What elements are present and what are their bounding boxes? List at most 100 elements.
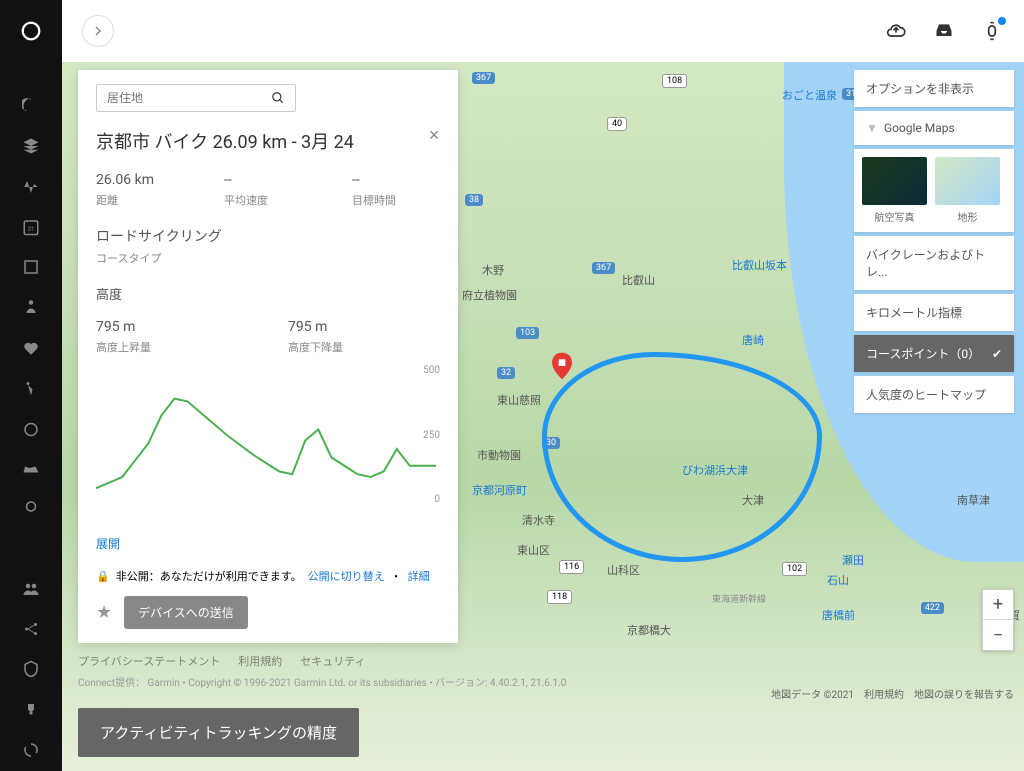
- check-icon: ✔: [992, 347, 1002, 361]
- nav-forward-button[interactable]: [82, 15, 114, 47]
- satellite-layer-button[interactable]: 航空写真: [862, 157, 927, 224]
- map-label: 唐崎: [742, 332, 764, 348]
- favorite-star-button[interactable]: ★: [96, 602, 112, 623]
- elevation-stats: 795 m 高度上昇量 795 m 高度下降量: [96, 319, 440, 355]
- inbox-icon[interactable]: [932, 19, 956, 43]
- target-time-stat: -- 目標時間: [352, 172, 440, 208]
- course-type-label: コースタイプ: [96, 250, 440, 266]
- stopwatch-icon[interactable]: [11, 409, 51, 447]
- ascent-stat: 795 m 高度上昇量: [96, 319, 248, 355]
- map-label: 比叡山坂本: [732, 257, 787, 273]
- map-options-panel: オプションを非表示 ▼Google Maps 航空写真 地形 バイクレーンおよび…: [854, 70, 1014, 417]
- zoom-in-button[interactable]: +: [983, 590, 1013, 620]
- privacy-link[interactable]: プライバシーステートメント: [78, 653, 220, 669]
- close-button[interactable]: ✕: [428, 128, 440, 144]
- map-label: 石山: [827, 572, 849, 588]
- chart-expand-link[interactable]: 展開: [96, 535, 440, 552]
- course-type-value: ロードサイクリング: [96, 226, 440, 246]
- report-error-link[interactable]: 地図の誤りを報告する: [914, 686, 1014, 701]
- svg-text:31: 31: [28, 226, 35, 233]
- course-title: 京都市 バイク 26.09 km - 3月 24: [96, 128, 354, 154]
- road-badge: 367: [472, 72, 495, 84]
- sync-icon[interactable]: [11, 731, 51, 769]
- security-link[interactable]: セキュリティ: [300, 653, 365, 669]
- map-label: 瀬田: [842, 552, 864, 568]
- road-badge: 118: [547, 590, 572, 604]
- switch-public-link[interactable]: 公開に切り替え: [308, 568, 385, 584]
- map-label: 東海道新幹線: [712, 592, 766, 605]
- activity-icon[interactable]: [11, 167, 51, 205]
- connections-icon[interactable]: [11, 610, 51, 648]
- group-icon[interactable]: [11, 570, 51, 608]
- map-label: 京都橋大: [627, 622, 671, 638]
- heatmap-toggle[interactable]: 人気度のヒートマップ: [854, 376, 1014, 413]
- primary-stats: 26.06 km 距離 -- 平均速度 -- 目標時間: [96, 172, 440, 208]
- location-search[interactable]: [96, 84, 296, 112]
- topbar: [62, 0, 1024, 62]
- map-label: 東山区: [517, 542, 550, 558]
- descent-stat: 795 m 高度下降量: [288, 319, 440, 355]
- road-badge: 367: [592, 262, 615, 274]
- calendar-icon[interactable]: 31: [11, 208, 51, 246]
- app-logo[interactable]: [20, 20, 42, 47]
- cloud-upload-icon[interactable]: [884, 19, 908, 43]
- distance-stat: 26.06 km 距離: [96, 172, 184, 208]
- trophy-icon[interactable]: [11, 691, 51, 729]
- person-icon[interactable]: [11, 288, 51, 326]
- start-marker-icon: [552, 352, 572, 380]
- elevation-chart-svg: [96, 365, 436, 505]
- map-label: 比叡山: [622, 272, 655, 288]
- send-to-device-button[interactable]: デバイスへの送信: [124, 596, 248, 629]
- terms-link[interactable]: 利用規約: [864, 686, 904, 701]
- golf-icon[interactable]: [11, 369, 51, 407]
- map-label: 唐橋前: [822, 607, 855, 623]
- elevation-heading: 高度: [96, 284, 440, 303]
- zoom-out-button[interactable]: −: [983, 620, 1013, 650]
- map-label: 東山慈照: [497, 392, 541, 408]
- course-detail-panel: 京都市 バイク 26.09 km - 3月 24 ✕ 26.06 km 距離 -…: [78, 70, 458, 643]
- chart-y-axis: 5002500: [423, 365, 440, 505]
- left-sidebar: 31: [0, 0, 62, 771]
- elevation-chart: 5002500: [96, 365, 440, 525]
- news-icon[interactable]: [11, 248, 51, 286]
- privacy-detail-link[interactable]: 詳細: [408, 568, 430, 584]
- terms-link[interactable]: 利用規約: [238, 653, 282, 669]
- map-label: 京都河原町: [472, 482, 527, 498]
- road-badge: 38: [465, 194, 483, 206]
- lock-icon: 🔒: [96, 570, 110, 583]
- watch-icon[interactable]: [980, 19, 1004, 43]
- map-attribution: 地図データ ©2021 利用規約 地図の誤りを報告する: [771, 686, 1014, 701]
- activity-tracking-accuracy-button[interactable]: アクティビティトラッキングの精度: [78, 708, 359, 757]
- road-badge: 108: [662, 74, 687, 88]
- heart-icon[interactable]: [11, 328, 51, 366]
- shoe-icon[interactable]: [11, 449, 51, 487]
- footer-links: プライバシーステートメント 利用規約 セキュリティ: [78, 653, 366, 669]
- course-points-toggle[interactable]: コースポイント（0）✔: [854, 335, 1014, 372]
- road-badge: 40: [607, 117, 627, 131]
- avg-speed-stat: -- 平均速度: [224, 172, 312, 208]
- footer-copyright: Connect提供： Garmin • Copyright © 1996-202…: [78, 674, 566, 689]
- layer-thumbnails: 航空写真 地形: [854, 149, 1014, 232]
- map-label: 市動物園: [477, 447, 521, 463]
- road-badge: 102: [782, 562, 807, 576]
- layers-icon[interactable]: [11, 127, 51, 165]
- road-badge: 422: [921, 602, 944, 614]
- map-label: 府立植物園: [462, 287, 517, 303]
- privacy-row: 🔒 非公開：あなただけが利用できます。 公開に切り替え ・ 詳細: [96, 568, 440, 584]
- bike-lanes-toggle[interactable]: バイクレーンおよびトレ...: [854, 236, 1014, 290]
- terrain-layer-button[interactable]: 地形: [935, 157, 1000, 224]
- badge-icon[interactable]: [11, 650, 51, 688]
- hide-options-button[interactable]: オプションを非表示: [854, 70, 1014, 107]
- route-path: [542, 352, 822, 562]
- dashboard-icon[interactable]: [11, 87, 51, 125]
- lightbulb-icon[interactable]: [11, 489, 51, 527]
- search-input[interactable]: [107, 91, 271, 105]
- stats-icon[interactable]: [11, 530, 51, 568]
- map-label: おごと温泉: [782, 87, 837, 103]
- road-badge: 32: [497, 367, 515, 379]
- road-badge: 103: [516, 327, 539, 339]
- search-icon: [271, 91, 285, 105]
- map-label: 清水寺: [522, 512, 555, 528]
- map-provider-row[interactable]: ▼Google Maps: [854, 111, 1014, 145]
- km-markers-toggle[interactable]: キロメートル指標: [854, 294, 1014, 331]
